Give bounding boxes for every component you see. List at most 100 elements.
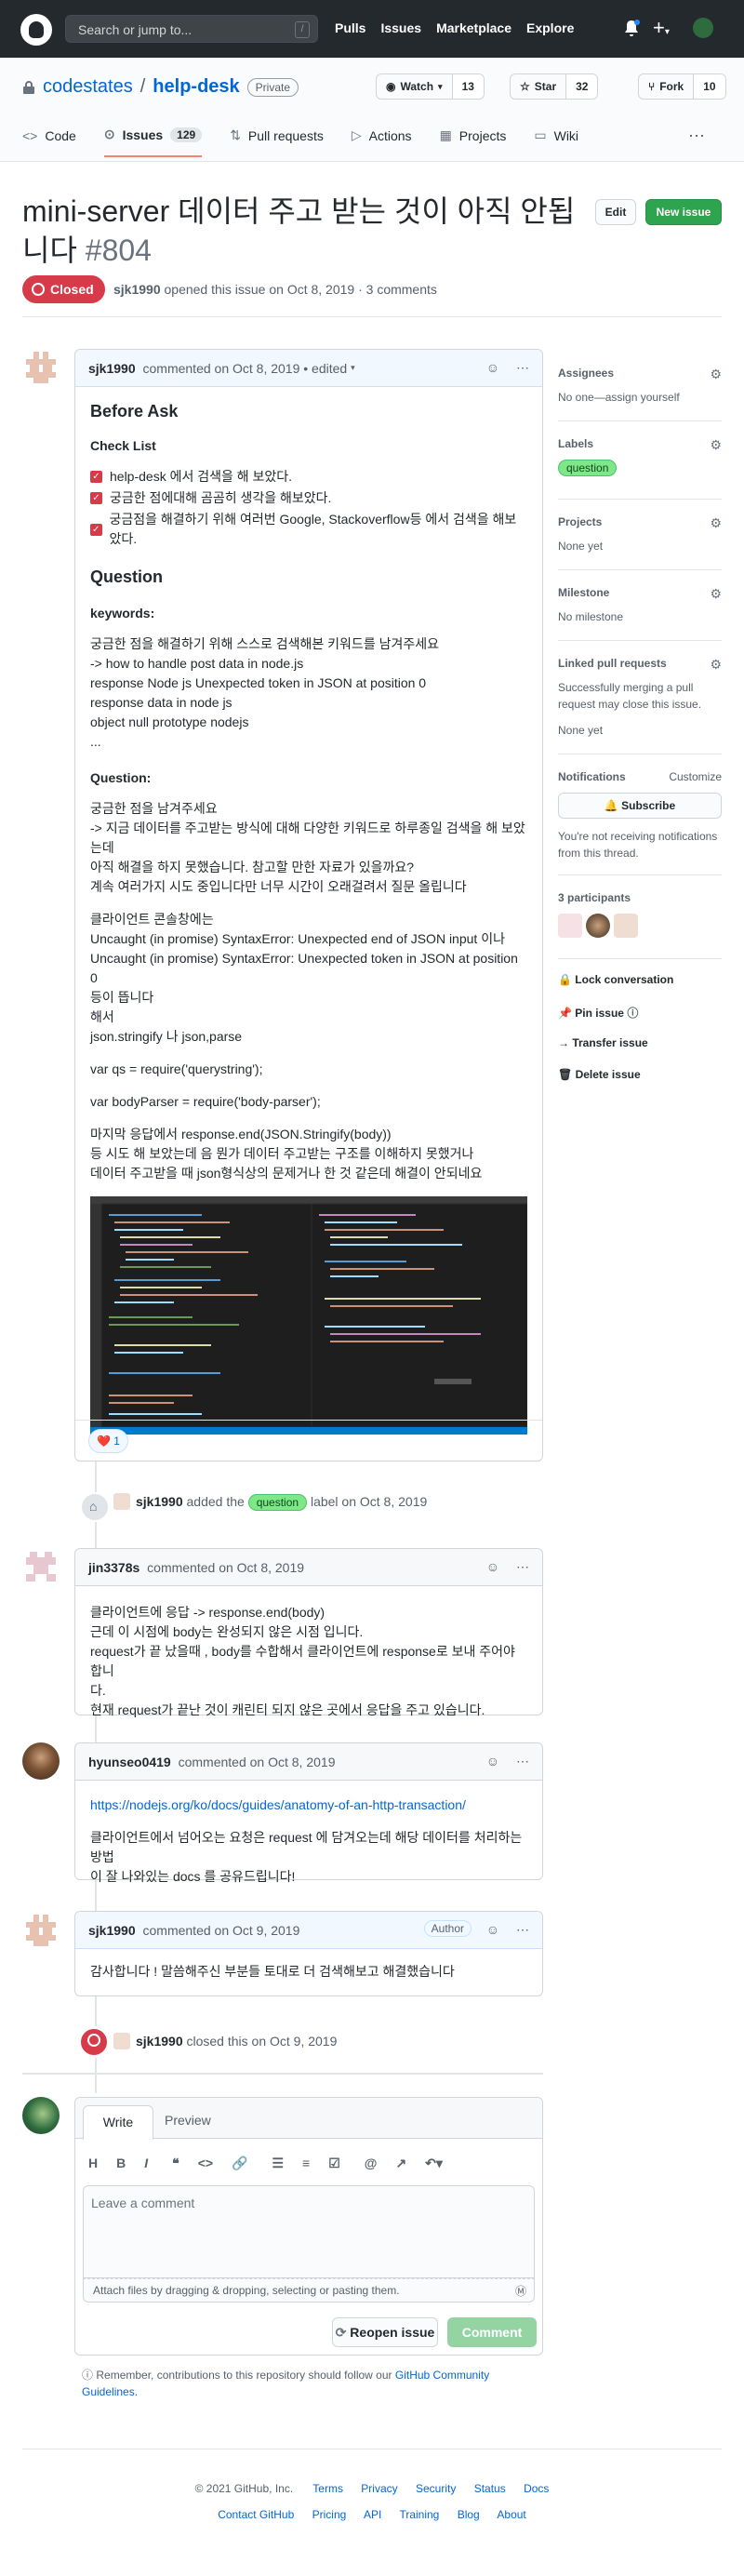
user-avatar[interactable] bbox=[693, 18, 713, 38]
event-author[interactable]: sjk1990 bbox=[136, 1494, 183, 1509]
tab-pull-requests[interactable]: ⇅ Pull requests bbox=[230, 127, 324, 157]
transfer-issue[interactable]: → Transfer issue bbox=[558, 1036, 648, 1049]
footer-link-api[interactable]: API bbox=[364, 2508, 381, 2521]
tab-projects[interactable]: ▦ Projects bbox=[440, 127, 507, 157]
smiley-icon[interactable]: ☺ bbox=[486, 1754, 499, 1769]
avatar-sjk1990-small[interactable] bbox=[113, 2033, 130, 2049]
tab-actions[interactable]: ▷ Actions bbox=[352, 127, 412, 157]
comment-author[interactable]: jin3378s bbox=[88, 1560, 140, 1575]
nodejs-docs-link[interactable]: https://nodejs.org/ko/docs/guides/anatom… bbox=[90, 1795, 527, 1815]
code-icon[interactable]: <> bbox=[198, 2156, 213, 2171]
fork-count[interactable]: 10 bbox=[694, 74, 725, 99]
avatar-sjk1990[interactable] bbox=[22, 348, 60, 385]
quote-icon[interactable]: ❝ bbox=[172, 2156, 179, 2171]
tab-wiki[interactable]: ▭ Wiki bbox=[534, 127, 578, 157]
nav-pulls[interactable]: Pulls bbox=[335, 20, 365, 35]
labels-heading[interactable]: Labels bbox=[558, 437, 722, 450]
issue-author-link[interactable]: sjk1990 bbox=[113, 282, 161, 297]
star-button[interactable]: ☆ Star 32 bbox=[510, 73, 599, 100]
tab-code[interactable]: <> Code bbox=[22, 127, 76, 157]
star-count[interactable]: 32 bbox=[566, 74, 598, 99]
unordered-list-icon[interactable]: ☰ bbox=[272, 2156, 284, 2171]
reopen-issue-button[interactable]: ⟳ Reopen issue bbox=[332, 2317, 438, 2347]
mention-icon[interactable]: @ bbox=[365, 2156, 378, 2171]
comment-author[interactable]: sjk1990 bbox=[88, 1923, 136, 1938]
plus-icon[interactable]: +▾ bbox=[653, 16, 670, 40]
gear-icon[interactable]: ⚙ bbox=[710, 437, 722, 453]
comment-button[interactable]: Comment bbox=[447, 2317, 537, 2347]
bell-icon[interactable] bbox=[623, 20, 640, 38]
edit-button[interactable]: Edit bbox=[595, 199, 636, 225]
assignees-heading[interactable]: Assignees bbox=[558, 367, 722, 380]
smiley-icon[interactable]: ☺ bbox=[486, 360, 499, 376]
github-logo-icon[interactable] bbox=[20, 14, 52, 46]
footer-link-security[interactable]: Security bbox=[416, 2482, 456, 2495]
task-list-icon[interactable]: ☑ bbox=[328, 2156, 340, 2171]
footer-link-pricing[interactable]: Pricing bbox=[312, 2508, 347, 2521]
kebab-icon[interactable]: ⋯ bbox=[516, 1754, 529, 1769]
comment-author[interactable]: hyunseo0419 bbox=[88, 1755, 171, 1769]
avatar-jin3378s[interactable] bbox=[22, 1548, 60, 1585]
assignees-value[interactable]: No one—assign yourself bbox=[558, 389, 722, 406]
comment-textarea[interactable]: Leave a comment bbox=[83, 2185, 535, 2278]
gear-icon[interactable]: ⚙ bbox=[710, 367, 722, 382]
pin-issue[interactable]: 📌 Pin issue ⓘ bbox=[558, 1005, 638, 1021]
gear-icon[interactable]: ⚙ bbox=[710, 657, 722, 673]
projects-heading[interactable]: Projects bbox=[558, 515, 722, 528]
attach-files-bar[interactable]: Attach files by dragging & dropping, sel… bbox=[83, 2278, 535, 2302]
ordered-list-icon[interactable]: ≡ bbox=[302, 2156, 310, 2171]
watch-button[interactable]: ◉ Watch ▾ 13 bbox=[376, 73, 485, 100]
reference-icon[interactable]: ↗ bbox=[395, 2156, 406, 2171]
tab-issues[interactable]: ⊙ Issues 129 bbox=[103, 127, 203, 157]
footer-link-blog[interactable]: Blog bbox=[458, 2508, 480, 2521]
bold-icon[interactable]: B bbox=[116, 2156, 126, 2171]
nav-issues[interactable]: Issues bbox=[380, 20, 421, 35]
subscribe-button[interactable]: 🔔 Subscribe bbox=[558, 793, 722, 819]
footer-link-about[interactable]: About bbox=[497, 2508, 525, 2521]
watch-count[interactable]: 13 bbox=[452, 74, 484, 99]
more-tabs-icon[interactable]: ⋯ bbox=[688, 127, 705, 146]
question-label-badge[interactable]: question bbox=[247, 1494, 308, 1511]
footer-link-contact[interactable]: Contact GitHub bbox=[218, 2508, 294, 2521]
code-editor-screenshot[interactable] bbox=[90, 1196, 528, 1435]
kebab-icon[interactable]: ⋯ bbox=[516, 1922, 529, 1938]
guidelines-link[interactable]: Guidelines. bbox=[82, 2385, 138, 2398]
footer-link-status[interactable]: Status bbox=[474, 2482, 506, 2495]
nav-marketplace[interactable]: Marketplace bbox=[436, 20, 512, 35]
kebab-icon[interactable]: ⋯ bbox=[516, 360, 529, 376]
participant-avatar[interactable] bbox=[558, 914, 582, 938]
edited-dropdown[interactable]: • edited bbox=[303, 361, 347, 376]
smiley-icon[interactable]: ☺ bbox=[486, 1922, 499, 1938]
heart-reaction[interactable]: ❤️ 1 bbox=[88, 1429, 128, 1453]
nav-explore[interactable]: Explore bbox=[526, 20, 574, 35]
community-link[interactable]: GitHub Community bbox=[395, 2369, 489, 2382]
participant-avatar[interactable] bbox=[614, 914, 638, 938]
question-label-badge[interactable]: question bbox=[558, 460, 618, 476]
gear-icon[interactable]: ⚙ bbox=[710, 515, 722, 531]
comment-author[interactable]: sjk1990 bbox=[88, 361, 136, 376]
gear-icon[interactable]: ⚙ bbox=[710, 586, 722, 602]
new-issue-button[interactable]: New issue bbox=[645, 199, 722, 225]
italic-icon[interactable]: I bbox=[144, 2156, 148, 2171]
reply-icon[interactable]: ↶▾ bbox=[425, 2156, 443, 2171]
participant-avatar[interactable] bbox=[586, 914, 610, 938]
smiley-icon[interactable]: ☺ bbox=[486, 1559, 499, 1575]
footer-link-privacy[interactable]: Privacy bbox=[361, 2482, 397, 2495]
footer-link-docs[interactable]: Docs bbox=[524, 2482, 549, 2495]
write-tab[interactable]: Write bbox=[83, 2105, 153, 2140]
search-input[interactable]: Search or jump to... / bbox=[65, 15, 318, 43]
linked-prs-heading[interactable]: Linked pull requests bbox=[558, 657, 722, 670]
avatar-sjk1990[interactable] bbox=[22, 1911, 60, 1948]
link-icon[interactable]: 🔗 bbox=[232, 2156, 247, 2171]
avatar-sjk1990-small[interactable] bbox=[113, 1493, 130, 1510]
fork-button[interactable]: ⑂ Fork 10 bbox=[638, 73, 726, 100]
heading-icon[interactable]: H bbox=[88, 2156, 98, 2171]
delete-issue[interactable]: 🗑 Delete issue bbox=[558, 1068, 641, 1081]
preview-tab[interactable]: Preview bbox=[165, 2113, 211, 2128]
avatar-hyunseo0419[interactable] bbox=[22, 1742, 60, 1780]
event-author[interactable]: sjk1990 bbox=[136, 2034, 183, 2049]
lock-conversation[interactable]: 🔒 Lock conversation bbox=[558, 973, 673, 986]
customize-link[interactable]: Customize bbox=[669, 770, 722, 783]
kebab-icon[interactable]: ⋯ bbox=[516, 1559, 529, 1575]
repo-name-link[interactable]: help-desk bbox=[153, 76, 239, 98]
